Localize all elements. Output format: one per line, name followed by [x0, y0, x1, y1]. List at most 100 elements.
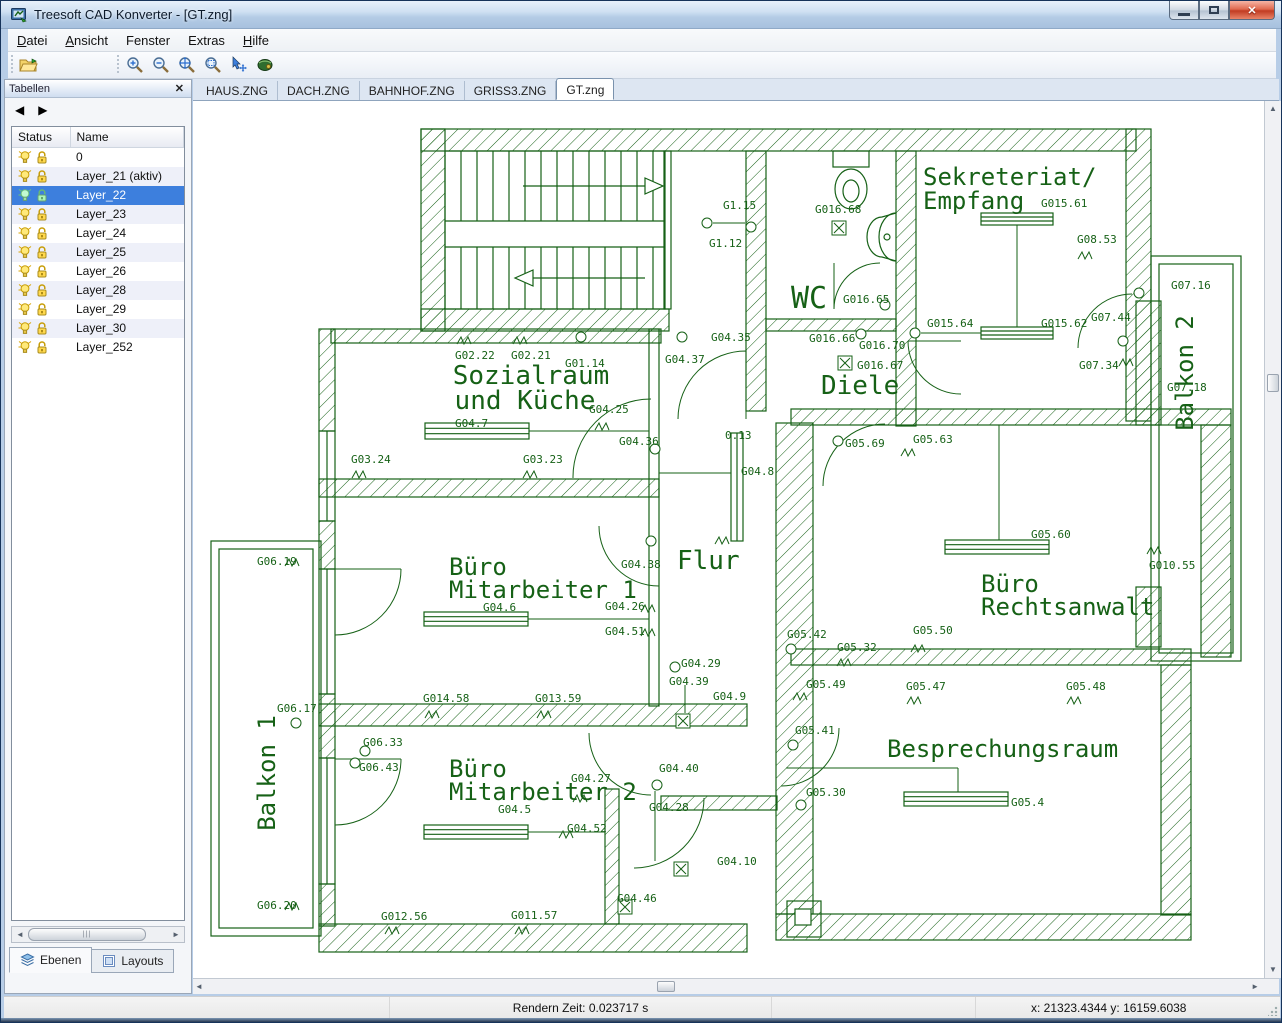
column-name[interactable]: Name [70, 127, 184, 147]
svg-text:G04.36: G04.36 [619, 435, 659, 448]
svg-text:und Küche: und Küche [455, 386, 596, 416]
panel-close-icon[interactable]: ✕ [172, 82, 187, 95]
zoom-window-button[interactable] [200, 54, 226, 77]
open-file-button[interactable] [16, 54, 42, 77]
svg-text:G016.65: G016.65 [843, 293, 889, 306]
scroll-right-icon[interactable]: ► [168, 930, 184, 939]
layer-lock-icon [35, 245, 49, 259]
document-tab-gt.zng[interactable]: GT.zng [556, 78, 614, 100]
svg-text:G1.15: G1.15 [723, 199, 756, 212]
svg-text:G05.32: G05.32 [837, 641, 877, 654]
zoom-in-button[interactable] [122, 54, 148, 77]
scroll-down-icon[interactable]: ▼ [1265, 962, 1281, 978]
resize-grip[interactable] [1264, 997, 1280, 1018]
document-tab-bahnhof.zng[interactable]: BAHNHOF.ZNG [360, 81, 465, 100]
scroll-right-icon[interactable]: ► [1251, 982, 1259, 991]
staircase [445, 151, 665, 309]
menu-item-hilfe[interactable]: Hilfe [234, 31, 278, 50]
svg-text:G04.40: G04.40 [659, 762, 699, 775]
maximize-button[interactable] [1199, 1, 1229, 20]
svg-text:G05.47: G05.47 [906, 680, 946, 693]
document-tab-dach.zng[interactable]: DACH.ZNG [278, 81, 360, 100]
layer-row-Layer_252[interactable]: Layer_252 [12, 338, 184, 357]
layer-lock-icon [35, 321, 49, 335]
svg-text:0.13: 0.13 [725, 429, 752, 442]
scroll-thumb[interactable]: ||| [28, 928, 146, 941]
layer-lock-icon [35, 169, 49, 183]
render-time: Rendern Zeit: 0.023717 s [513, 1001, 648, 1015]
svg-text:Balkon 2: Balkon 2 [1171, 315, 1199, 431]
svg-text:G05.30: G05.30 [806, 786, 846, 799]
svg-text:G04.35: G04.35 [711, 331, 751, 344]
svg-text:G07.44: G07.44 [1091, 311, 1131, 324]
layer-row-Layer_25[interactable]: Layer_25 [12, 243, 184, 262]
menu-item-fenster[interactable]: Fenster [117, 31, 179, 50]
layer-row-Layer_26[interactable]: Layer_26 [12, 262, 184, 281]
svg-text:Besprechungsraum: Besprechungsraum [887, 735, 1118, 763]
svg-text:Mitarbeiter 2: Mitarbeiter 2 [449, 778, 637, 806]
canvas-horizontal-scrollbar[interactable]: ◄ ► [193, 978, 1279, 994]
panel-tab-ebenen[interactable]: Ebenen [9, 947, 92, 973]
scroll-thumb[interactable] [657, 981, 675, 992]
title-bar[interactable]: Treesoft CAD Konverter - [GT.zng] ✕ [1, 1, 1282, 29]
zoom-fit-button[interactable] [174, 54, 200, 77]
app-icon [11, 7, 28, 23]
scroll-thumb[interactable] [1267, 374, 1279, 392]
svg-text:G04.28: G04.28 [649, 801, 689, 814]
toolbar-separator [11, 55, 13, 75]
svg-text:G03.24: G03.24 [351, 453, 391, 466]
drawing-canvas[interactable]: G1.15G1.12G016.68G02.22G02.21G01.14G04.3… [193, 101, 1279, 978]
scroll-left-icon[interactable]: ◄ [12, 930, 28, 939]
svg-text:G011.57: G011.57 [511, 909, 557, 922]
document-tab-haus.zng[interactable]: HAUS.ZNG [197, 81, 278, 100]
menu-item-datei[interactable]: Datei [8, 31, 56, 50]
layer-visible-icon [18, 283, 32, 297]
render-settings-icon [256, 56, 274, 74]
nav-back-icon[interactable]: ◀ [15, 103, 24, 117]
layer-visible-icon [18, 207, 32, 221]
zoom-out-icon [152, 56, 170, 74]
zoom-in-icon [126, 56, 144, 74]
nav-forward-icon[interactable]: ▶ [38, 103, 47, 117]
layer-row-Layer_21[interactable]: Layer_21 (aktiv) [12, 167, 184, 186]
column-status[interactable]: Status [12, 127, 70, 147]
layer-lock-icon [35, 264, 49, 278]
document-tab-griss3.zng[interactable]: GRISS3.ZNG [465, 81, 557, 100]
pan-button[interactable] [226, 54, 252, 77]
close-button[interactable]: ✕ [1229, 1, 1275, 20]
svg-text:G05.49: G05.49 [806, 678, 846, 691]
layer-row-Layer_22[interactable]: Layer_22 [12, 186, 184, 205]
zoom-out-button[interactable] [148, 54, 174, 77]
canvas-vertical-scrollbar[interactable]: ▲ ▼ [1264, 101, 1281, 978]
svg-text:G04.52: G04.52 [567, 822, 607, 835]
layer-visible-icon [18, 169, 32, 183]
menu-item-extras[interactable]: Extras [179, 31, 234, 50]
svg-text:G05.42: G05.42 [787, 628, 827, 641]
svg-text:G015.61: G015.61 [1041, 197, 1087, 210]
svg-text:G012.56: G012.56 [381, 910, 427, 923]
minimize-button[interactable] [1169, 1, 1199, 20]
layer-row-Layer_30[interactable]: Layer_30 [12, 319, 184, 338]
render-settings-button[interactable] [252, 54, 278, 77]
svg-text:G06.17: G06.17 [277, 702, 317, 715]
layer-row-0[interactable]: 0 [12, 147, 184, 167]
panel-horizontal-scrollbar[interactable]: ◄ ||| ► [11, 926, 185, 943]
svg-text:G015.64: G015.64 [927, 317, 974, 330]
svg-text:G08.53: G08.53 [1077, 233, 1117, 246]
layer-row-Layer_23[interactable]: Layer_23 [12, 205, 184, 224]
svg-text:G010.55: G010.55 [1149, 559, 1195, 572]
status-bar: Rendern Zeit: 0.023717 s x: 21323.4344 y… [4, 996, 1280, 1018]
layer-visible-icon [18, 302, 32, 316]
app-window: Treesoft CAD Konverter - [GT.zng] ✕ Date… [0, 0, 1282, 1023]
svg-text:G04.29: G04.29 [681, 657, 721, 670]
zoom-fit-icon [178, 56, 196, 74]
scroll-up-icon[interactable]: ▲ [1265, 101, 1281, 117]
layer-visible-icon [18, 264, 32, 278]
panel-tab-layouts[interactable]: Layouts [91, 949, 174, 973]
layer-row-Layer_28[interactable]: Layer_28 [12, 281, 184, 300]
layer-row-Layer_29[interactable]: Layer_29 [12, 300, 184, 319]
scroll-left-icon[interactable]: ◄ [195, 982, 203, 991]
layer-row-Layer_24[interactable]: Layer_24 [12, 224, 184, 243]
menu-item-ansicht[interactable]: Ansicht [56, 31, 117, 50]
toolbar-separator [117, 55, 119, 75]
